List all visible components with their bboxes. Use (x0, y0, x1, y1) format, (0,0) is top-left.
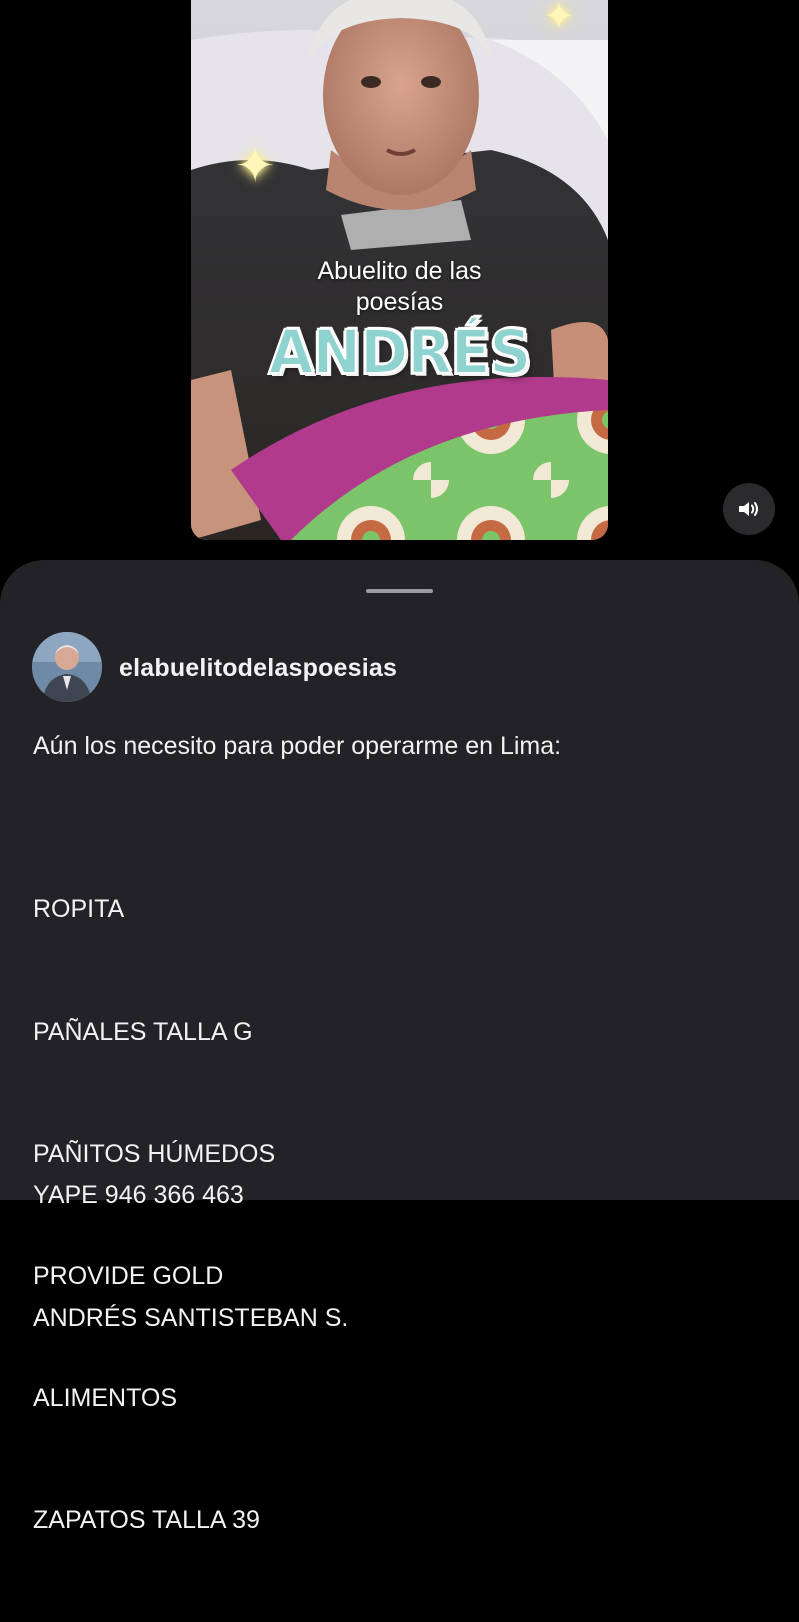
payment-info: YAPE 946 366 463 ANDRÉS SANTISTEBAN S. (33, 1094, 348, 1420)
video-overlay-title: ANDRÉS (268, 315, 533, 388)
video-overlay-subtitle: poesías (355, 288, 444, 316)
avatar[interactable] (32, 632, 102, 702)
recipient-name: ANDRÉS SANTISTEBAN S. (33, 1303, 349, 1332)
caption-sheet[interactable]: elabuelitodelaspoesias Aún los necesito … (0, 560, 799, 1534)
list-item: PAÑALES TALLA G (33, 1017, 253, 1046)
post-username[interactable]: elabuelitodelaspoesias (119, 654, 397, 683)
sound-toggle-button[interactable] (723, 483, 775, 535)
list-item: ROPITA (33, 895, 125, 924)
sparkle-icon: ✦ (235, 140, 276, 193)
payment-line: YAPE 946 366 463 (33, 1181, 244, 1210)
video-player[interactable]: ✦ ✦ Abuelito de las poesías ANDRÉS (191, 0, 608, 540)
list-item: ZAPATOS TALLA 39 (33, 1505, 260, 1534)
sheet-drag-handle[interactable] (366, 589, 433, 593)
video-overlay-subtitle: Abuelito de las (317, 257, 482, 285)
caption-intro: Aún los necesito para poder operarme en … (33, 732, 562, 760)
sparkle-icon: ✦ (543, 0, 575, 38)
speaker-volume-icon (739, 502, 758, 516)
profile-photo (32, 632, 102, 702)
